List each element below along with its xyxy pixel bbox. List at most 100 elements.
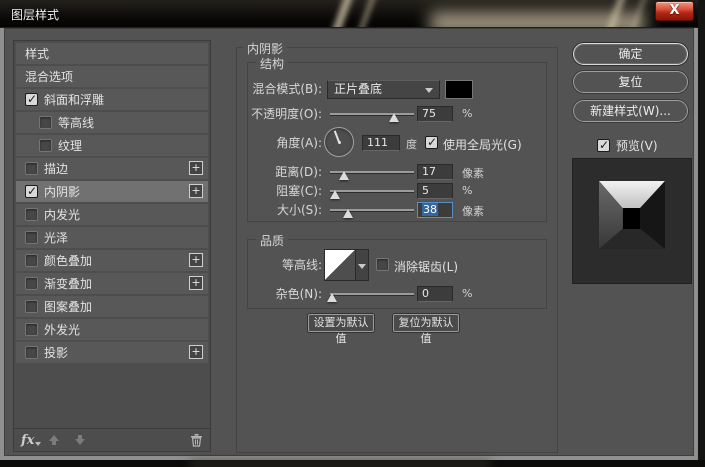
slider-thumb[interactable] [339,171,349,180]
opacity-field[interactable]: 75 [417,106,453,122]
styles-list-panel: 样式 混合选项 斜面和浮雕 等高线 纹理 描边 + 内阴影 + 内发光 光泽 颜色叠… [13,40,211,452]
reset-default-button[interactable]: 复位为默认值 [393,314,459,332]
sidebar-item-satin[interactable]: 光泽 [16,227,208,248]
drop-shadow-checkbox[interactable] [25,346,38,359]
background-blur-blob [190,461,490,467]
distance-value: 17 [422,165,436,178]
sidebar-item-texture[interactable]: 纹理 [16,135,208,156]
delete-style-icon[interactable] [190,433,203,447]
noise-unit: % [462,287,472,300]
slider-track [330,190,414,192]
bevel-emboss-checkbox[interactable] [25,93,38,106]
sidebar-item-bevel-emboss[interactable]: 斜面和浮雕 [16,89,208,110]
sidebar-item-label: 内阴影 [44,183,80,200]
sidebar-item-outer-glow[interactable]: 外发光 [16,319,208,340]
slider-thumb[interactable] [343,209,353,218]
add-stroke-button[interactable]: + [189,161,203,175]
chevron-down-icon [425,88,433,93]
sidebar-item-styles[interactable]: 样式 [16,43,208,64]
preview-checkbox[interactable] [597,139,610,152]
outer-glow-checkbox[interactable] [25,323,38,336]
sidebar-item-inner-shadow[interactable]: 内阴影 + [16,181,208,202]
add-inner-shadow-button[interactable]: + [189,184,203,198]
opacity-label: 不透明度(O): [248,106,322,122]
opacity-unit: % [462,107,472,120]
texture-checkbox[interactable] [39,139,52,152]
blend-mode-select[interactable]: 正片叠底 [327,80,440,99]
contour-dropdown-button[interactable] [356,249,369,281]
close-button[interactable]: X [655,1,694,21]
distance-field[interactable]: 17 [417,164,453,180]
slider-thumb[interactable] [327,293,337,302]
add-gradient-overlay-button[interactable]: + [189,276,203,290]
contour-row: 等高线: 消除锯齿(L) [248,249,546,281]
contour-picker[interactable] [324,249,356,281]
stroke-checkbox[interactable] [25,162,38,175]
pattern-overlay-checkbox[interactable] [25,300,38,313]
distance-slider[interactable] [330,164,414,180]
move-down-icon[interactable] [74,434,86,446]
satin-checkbox[interactable] [25,231,38,244]
slider-track [330,293,414,295]
add-drop-shadow-button[interactable]: + [189,345,203,359]
angle-value: 111 [367,136,388,149]
sidebar-item-drop-shadow[interactable]: 投影 + [16,342,208,363]
ok-button[interactable]: 确定 [573,43,688,65]
anti-alias-label: 消除锯齿(L) [394,258,458,275]
opacity-slider[interactable] [330,106,414,122]
size-value-selected: 38 [422,203,438,216]
preview-label: 预览(V) [616,137,658,154]
slider-thumb[interactable] [330,190,340,199]
choke-unit: % [462,184,472,197]
desktop-strip-right [698,0,705,467]
choke-row: 阻塞(C): 5 % [248,183,546,199]
gradient-overlay-checkbox[interactable] [25,277,38,290]
size-field[interactable]: 38 [417,202,453,218]
make-default-button[interactable]: 设置为默认值 [308,314,374,332]
inner-shadow-panel: 内阴影 结构 混合模式(B): 正片叠底 不透明度(O): 75 % [236,47,558,453]
noise-value: 0 [422,287,429,300]
structure-group: 结构 混合模式(B): 正片叠底 不透明度(O): 75 % 角度(A): [247,62,547,222]
structure-legend: 结构 [256,55,288,72]
blend-mode-row: 混合模式(B): 正片叠底 [248,80,546,99]
color-overlay-checkbox[interactable] [25,254,38,267]
sidebar-item-inner-glow[interactable]: 内发光 [16,204,208,225]
angle-label: 角度(A): [248,127,322,159]
contour-checkbox[interactable] [39,116,52,129]
sidebar-item-label: 混合选项 [25,68,73,85]
inner-shadow-checkbox[interactable] [25,185,38,198]
opacity-value: 75 [422,107,436,120]
sidebar-item-contour[interactable]: 等高线 [16,112,208,133]
choke-field[interactable]: 5 [417,183,453,199]
inner-glow-checkbox[interactable] [25,208,38,221]
angle-field[interactable]: 111 [362,135,400,151]
sidebar-item-stroke[interactable]: 描边 + [16,158,208,179]
add-color-overlay-button[interactable]: + [189,253,203,267]
sidebar-item-color-overlay[interactable]: 颜色叠加+ [16,250,208,271]
sidebar-item-blending-options[interactable]: 混合选项 [16,66,208,87]
sidebar-item-label: 纹理 [58,137,82,154]
sidebar-item-pattern-overlay[interactable]: 图案叠加 [16,296,208,317]
shadow-color-swatch[interactable] [445,80,473,99]
new-style-button[interactable]: 新建样式(W)... [573,100,688,122]
sidebar-item-label: 投影 [44,344,68,361]
sidebar-item-label: 描边 [44,160,68,177]
sidebar-item-label: 光泽 [44,229,68,246]
sidebar-item-gradient-overlay[interactable]: 渐变叠加+ [16,273,208,294]
move-up-icon[interactable] [48,434,60,446]
blend-mode-value: 正片叠底 [334,82,382,96]
fx-menu-icon[interactable]: fx [21,433,34,448]
size-slider[interactable] [330,202,414,218]
contour-label: 等高线: [248,249,322,281]
slider-thumb[interactable] [389,113,399,122]
angle-dial[interactable] [324,127,354,157]
noise-row: 杂色(N): 0 % [248,286,546,302]
choke-slider[interactable] [330,183,414,199]
distance-row: 距离(D): 17 像素 [248,164,546,180]
preview-toggle: 预览(V) [597,137,658,154]
anti-alias-checkbox[interactable] [376,258,389,271]
use-global-light-checkbox[interactable] [425,136,438,149]
noise-slider[interactable] [330,286,414,302]
noise-field[interactable]: 0 [417,286,453,302]
reset-button[interactable]: 复位 [573,71,688,93]
